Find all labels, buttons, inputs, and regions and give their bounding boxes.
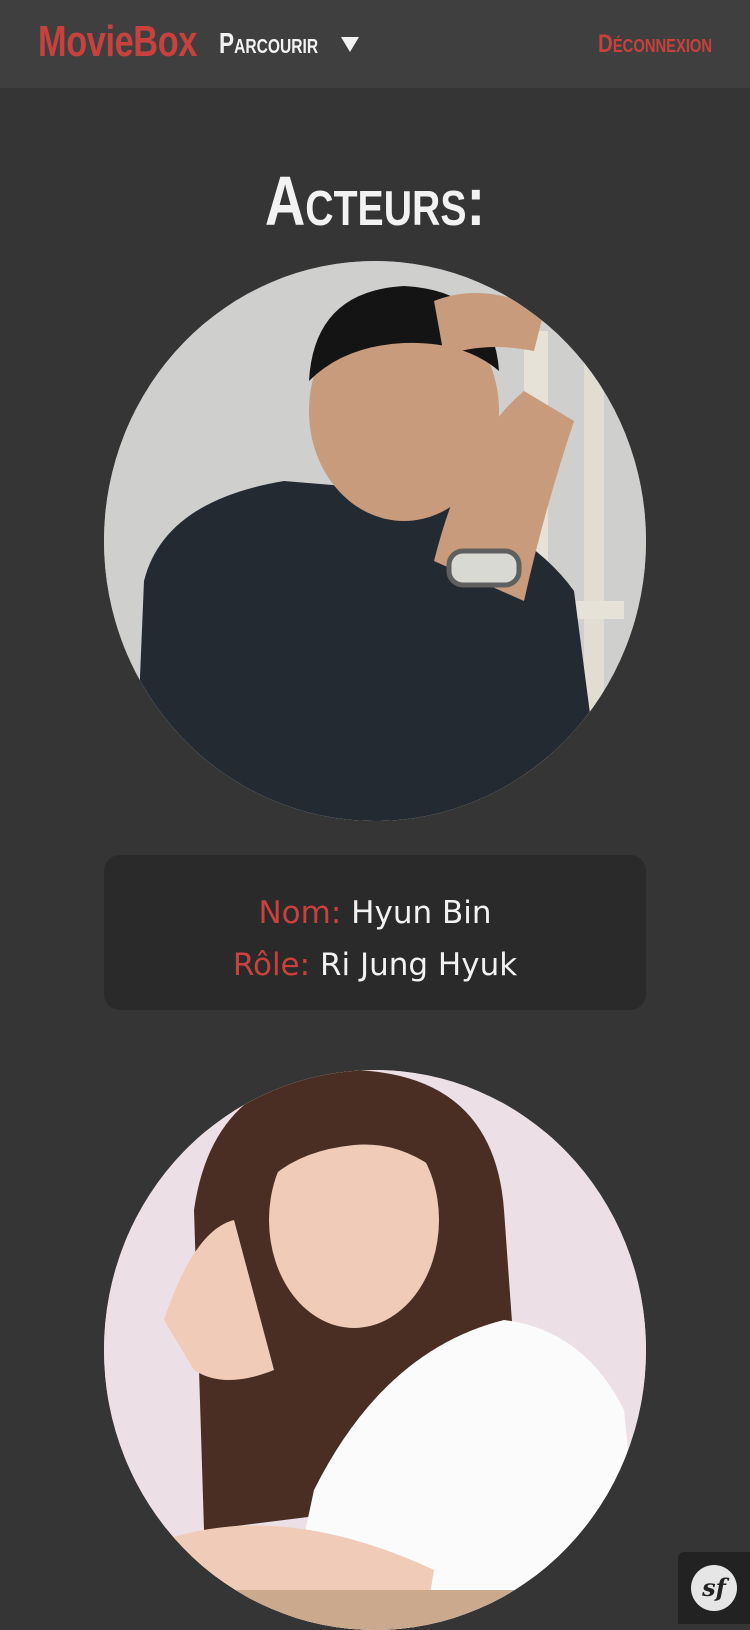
caret-down-icon[interactable]	[341, 36, 359, 52]
actor-name: Hyun Bin	[351, 895, 492, 931]
symfony-logo-icon[interactable]: sf	[691, 1565, 737, 1611]
name-label: Nom:	[258, 895, 342, 931]
actor-portrait-image	[104, 261, 646, 821]
page-title: Acteurs:	[264, 161, 486, 240]
browse-label[interactable]: Parcourir	[219, 26, 318, 62]
actor-portrait-image	[104, 1070, 646, 1630]
logout-link[interactable]: Déconnexion	[598, 28, 712, 60]
role-label: Rôle:	[232, 947, 311, 983]
actor-info-card: Nom: Hyun Bin Rôle: Ri Jung Hyuk	[104, 855, 646, 1010]
actor-role: Ri Jung Hyuk	[319, 947, 518, 983]
top-navbar: MovieBox Parcourir Déconnexion	[0, 0, 750, 88]
actor-role-line: Rôle: Ri Jung Hyuk	[104, 939, 646, 991]
symfony-debug-toolbar[interactable]: sf	[678, 1552, 750, 1624]
brand-logo[interactable]: MovieBox	[38, 18, 197, 66]
actor-photo	[104, 261, 646, 821]
actor-photo	[104, 1070, 646, 1630]
browse-dropdown[interactable]: Parcourir	[219, 26, 359, 62]
actor-name-line: Nom: Hyun Bin	[104, 887, 646, 939]
